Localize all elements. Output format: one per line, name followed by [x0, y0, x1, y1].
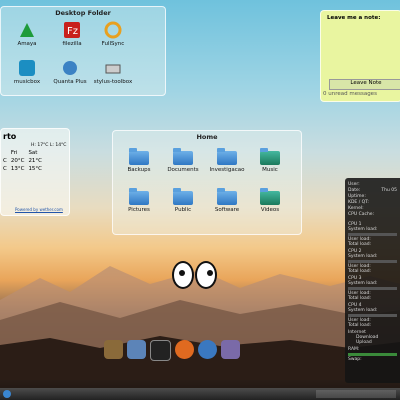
tools-icon[interactable] — [104, 340, 123, 359]
video-folder-icon — [260, 188, 280, 205]
pupil — [179, 270, 185, 276]
xeyes-left-eye — [172, 261, 194, 289]
weather-hilo: H: 17°C L: 14°C — [31, 143, 67, 148]
cpu-3-meter: CPU 3 System load: User load: Total load: — [348, 276, 397, 301]
home-title: Home — [196, 133, 218, 141]
folder-music[interactable]: Music — [244, 148, 296, 173]
system-tray — [316, 390, 396, 398]
folder-icon — [129, 188, 149, 205]
system-monitor-widget: User: Date: Uptime: KDE / QT: Kernel: CP… — [345, 178, 400, 383]
sysmon-date: Thu 05 — [381, 188, 397, 193]
wizard-icon[interactable] — [221, 340, 240, 359]
sync-icon — [104, 21, 122, 39]
weather-city: rto — [3, 132, 17, 141]
powered-by-link[interactable]: Powered by wether.com — [15, 207, 63, 212]
weather-widget: rto H: 17°C L: 14°C Fri Sat C 20°C 21°C C 13… — [0, 128, 70, 216]
musicbox-icon — [19, 60, 35, 76]
stylus-toolbox-launcher[interactable]: stylus-toolbox — [87, 59, 139, 85]
filezilla-icon: Fz — [64, 22, 80, 38]
unread-messages-status: 0 unread messages — [323, 91, 377, 97]
folder-icon — [129, 148, 149, 165]
xeyes-right-eye — [195, 261, 217, 289]
folder-icon — [217, 188, 237, 205]
application-dock — [104, 340, 240, 361]
taskbar — [0, 388, 400, 400]
amaya-icon — [20, 23, 34, 37]
svg-text:Fz: Fz — [67, 26, 78, 37]
thunderbird-icon[interactable] — [198, 340, 217, 359]
folder-videos[interactable]: Videos — [244, 188, 296, 213]
desktop-folder-widget: Desktop Folder Amaya Fz filezilla FullSyn… — [0, 6, 166, 96]
kde-menu-icon[interactable] — [3, 390, 11, 398]
fullsync-launcher[interactable]: FullSync — [87, 21, 139, 47]
cpu-4-meter: CPU 4 System load: User load: Total load: — [348, 303, 397, 328]
cpu-1-meter: CPU 1 System load: User load: Total load: — [348, 222, 397, 247]
music-folder-icon — [260, 148, 280, 165]
terminal-icon[interactable] — [150, 340, 171, 361]
note-widget: Leave me a note: Leave Note 0 unread mes… — [320, 10, 400, 102]
network-meter: Internet Download Upload — [348, 330, 379, 345]
folder-icon — [173, 188, 193, 205]
desktop-folder-title: Desktop Folder — [55, 9, 111, 17]
forecast-day: Fri — [10, 150, 18, 156]
forecast-table: Fri Sat C 20°C 21°C C 13°C 15°C — [3, 150, 43, 172]
leave-note-button[interactable]: Leave Note — [329, 79, 400, 90]
globe-icon — [63, 61, 77, 75]
folder-icon — [217, 148, 237, 165]
firefox-icon[interactable] — [175, 340, 194, 359]
memory-meter: RAM: Swap: — [348, 347, 397, 362]
cpu-2-meter: CPU 2 System load: User load: Total load: — [348, 249, 397, 274]
home-folder-widget: Home Backups Documents Investigacao Musi… — [112, 130, 302, 235]
printer-icon — [105, 64, 121, 74]
folder-icon — [173, 148, 193, 165]
note-title: Leave me a note: — [327, 15, 381, 21]
forecast-day: Sat — [28, 150, 38, 156]
window-manager-icon[interactable] — [127, 340, 146, 359]
pupil — [207, 270, 213, 276]
